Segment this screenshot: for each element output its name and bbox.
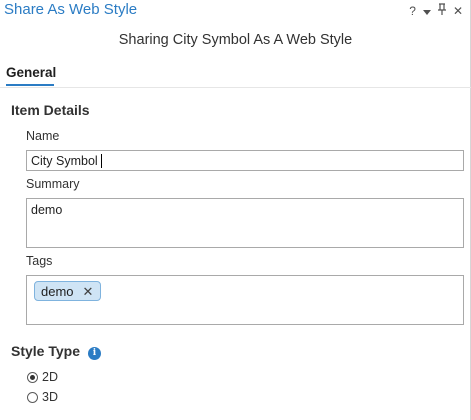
tab-divider — [0, 87, 471, 88]
radio-button-unchecked[interactable] — [27, 391, 38, 403]
summary-field-value: demo — [31, 203, 63, 217]
pin-button[interactable] — [437, 3, 446, 19]
pane-title-bar: Share As Web Style ? ✕ — [0, 0, 471, 24]
tab-general[interactable]: General — [6, 65, 56, 80]
pane-controls: ? ✕ — [409, 2, 463, 20]
style-type-label: Style Type — [11, 343, 80, 359]
tags-field[interactable]: demo ✕ — [26, 275, 464, 325]
page-subtitle: Sharing City Symbol As A Web Style — [118, 32, 353, 48]
radio-2d-label: 2D — [42, 370, 58, 384]
close-button[interactable]: ✕ — [453, 3, 463, 19]
tags-label: Tags — [26, 254, 53, 268]
style-type-heading: Style Type i — [11, 343, 101, 360]
text-caret — [100, 153, 102, 168]
remove-tag-icon[interactable]: ✕ — [83, 285, 94, 298]
radio-3d-label: 3D — [42, 390, 58, 404]
radio-button-checked[interactable] — [27, 371, 38, 383]
radio-2d[interactable]: 2D — [27, 370, 58, 384]
pin-icon — [437, 3, 446, 15]
tag-chip-label: demo — [41, 283, 74, 299]
name-field-value: City Symbol — [31, 153, 98, 168]
info-icon[interactable]: i — [88, 346, 101, 360]
help-button[interactable]: ? — [409, 3, 416, 19]
radio-3d[interactable]: 3D — [27, 390, 58, 404]
tag-chip: demo ✕ — [34, 281, 102, 301]
pane-title: Share As Web Style — [4, 1, 138, 18]
tab-selected-indicator — [6, 84, 54, 86]
name-label: Name — [26, 129, 60, 143]
chevron-down-icon[interactable] — [422, 9, 431, 15]
share-web-style-pane: Share As Web Style ? ✕ Sharing City Symb… — [0, 0, 471, 420]
name-field[interactable]: City Symbol — [26, 150, 464, 171]
summary-label: Summary — [26, 177, 80, 191]
summary-field[interactable]: demo — [26, 198, 464, 248]
item-details-heading: Item Details — [11, 102, 90, 118]
